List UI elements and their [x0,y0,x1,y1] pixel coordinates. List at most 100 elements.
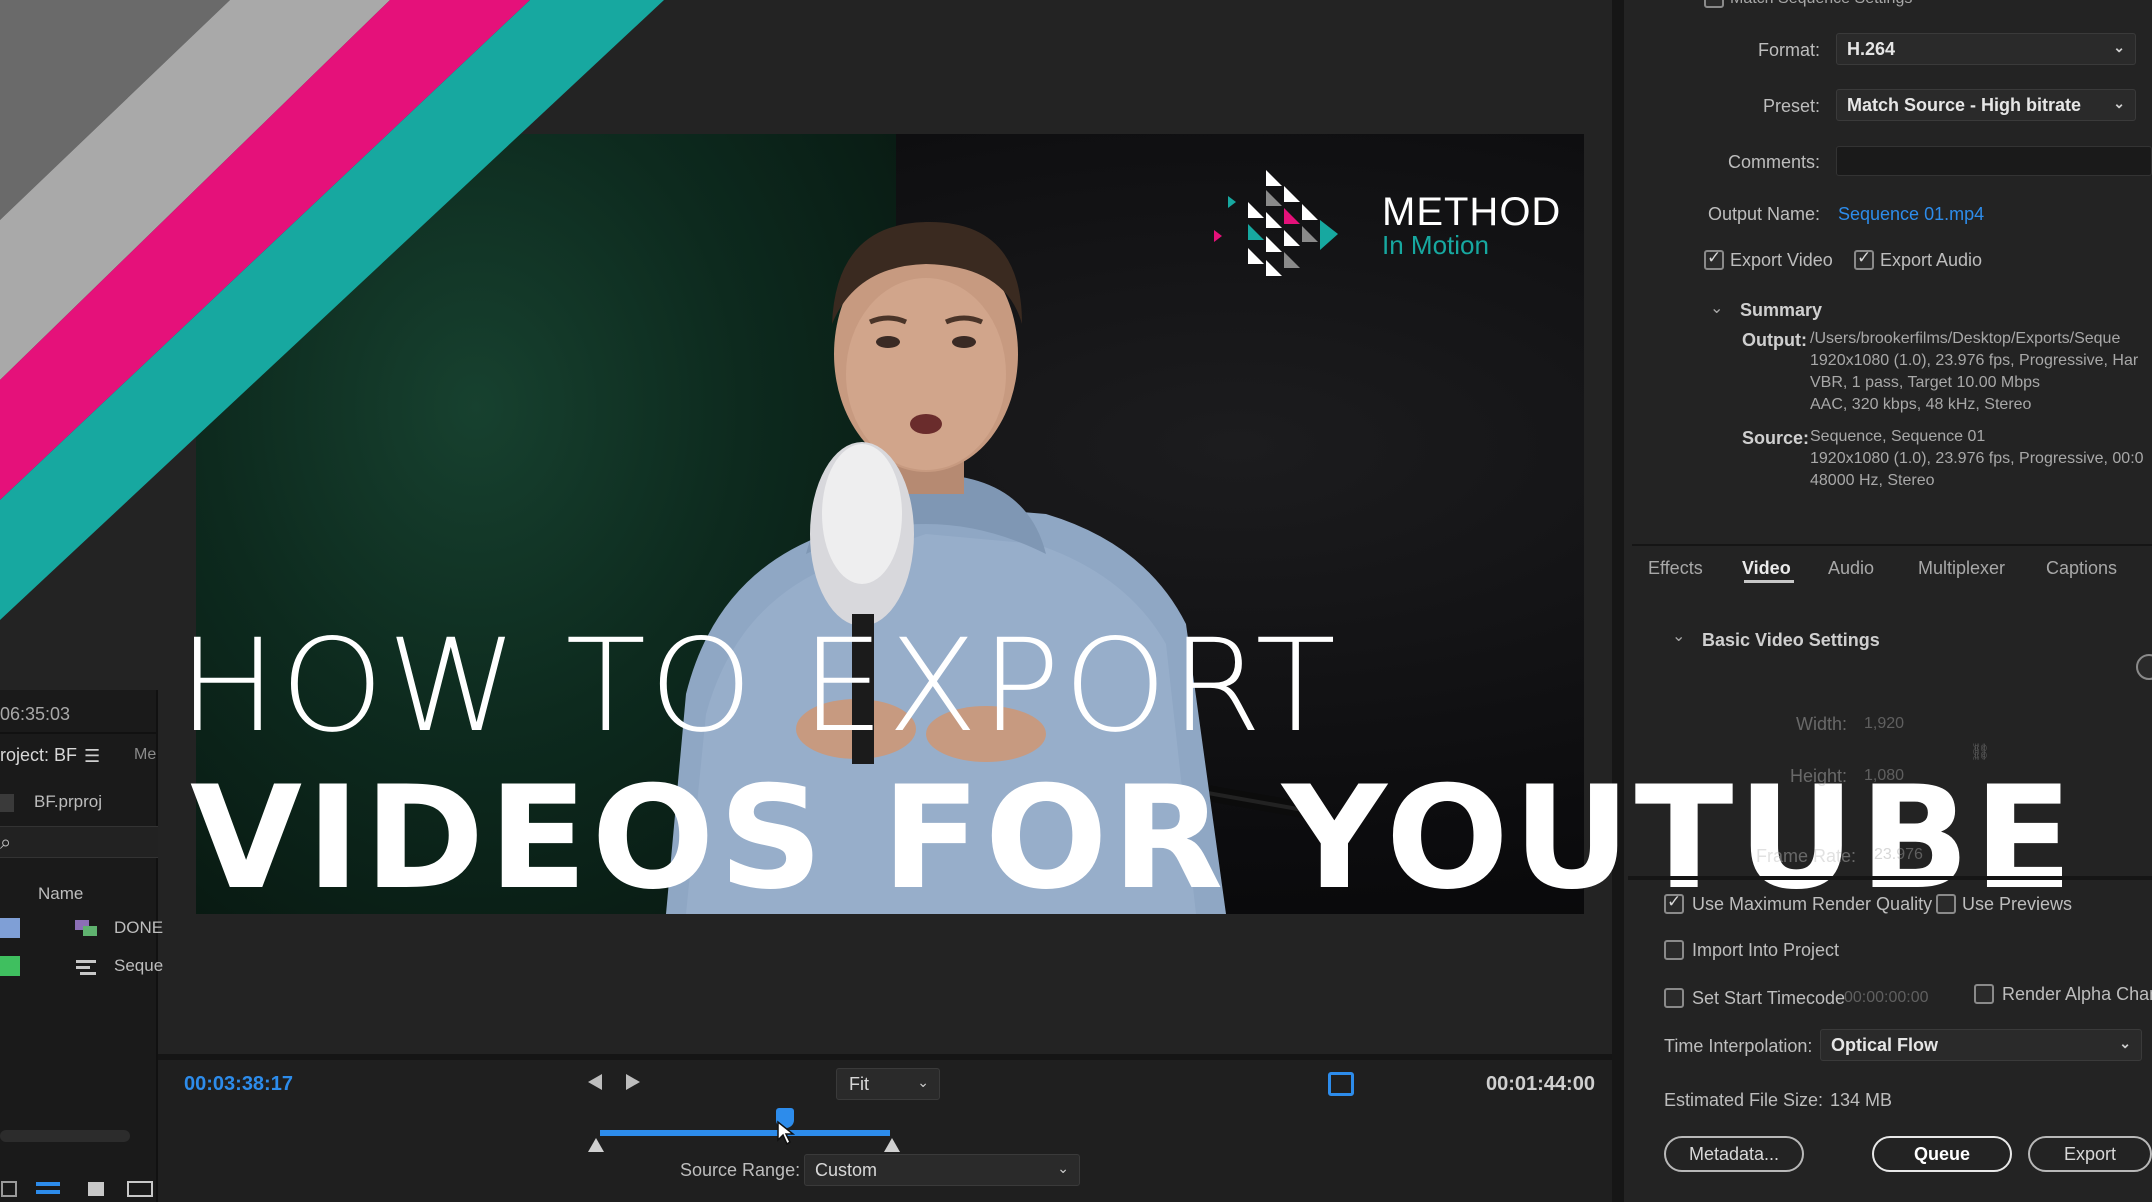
summary-output-line: VBR, 1 pass, Target 10.00 Mbps [1810,374,2041,391]
chevron-down-icon: ⌄ [2113,39,2125,55]
comments-label: Comments: [1727,152,1820,172]
chevron-down-icon: ⌄ [1057,1160,1069,1176]
mouse-cursor-icon [777,1120,796,1146]
format-select[interactable]: H.264 ⌄ [1836,33,2136,65]
frame-rate-value: 23.976 [1874,846,1923,863]
project-item-label: DONE [114,918,164,937]
tab-multiplexer[interactable]: Multiplexer [1918,558,2005,579]
export-button[interactable]: Export [2028,1136,2152,1172]
tab-effects[interactable]: Effects [1648,558,1703,579]
estimated-size-label: Estimated File Size: [1664,1090,1824,1110]
divider [0,732,158,734]
chevron-down-icon: ⌄ [2113,95,2125,111]
render-alpha-checkbox[interactable] [1974,984,1994,1004]
project-item-label: Seque [114,956,164,975]
search-icon: ⌕ [0,830,12,854]
project-timecode: 06:35:03 [0,704,71,724]
set-out-point-icon[interactable] [626,1074,640,1090]
use-previews-label: Use Previews [1962,894,2073,914]
panel-divider [1612,0,1620,1202]
aspect-ratio-icon[interactable] [1328,1072,1354,1096]
time-interpolation-label: Time Interpolation: [1664,1036,1813,1056]
height-value: 1,080 [1864,767,1905,784]
zoom-fit-select[interactable]: Fit ⌄ [836,1068,940,1100]
export-audio-label: Export Audio [1880,250,1983,270]
headline-line-1: HOW TO EXPORT [178,612,1340,761]
estimated-size-value: 134 MB [1830,1090,1893,1110]
source-range-track[interactable] [600,1130,890,1136]
summary-source-line: 48000 Hz, Stereo [1810,472,1935,489]
zoom-fit-value: Fit [849,1074,869,1094]
width-value: 1,920 [1864,715,1905,732]
tab-audio[interactable]: Audio [1828,558,1874,579]
media-browser-tab[interactable]: Me [134,746,156,764]
match-sequence-checkbox[interactable] [1704,0,1724,8]
set-start-timecode-label: Set Start Timecode [1692,988,1846,1008]
format-label: Format: [1757,40,1820,60]
preset-value: Match Source - High bitrate [1847,95,2082,115]
queue-button[interactable]: Queue [1872,1136,2012,1172]
summary-output-line: 1920x1080 (1.0), 23.976 fps, Progressive… [1810,352,2139,369]
source-range-select[interactable]: Custom ⌄ [804,1154,1080,1186]
source-range-value: Custom [815,1160,878,1180]
output-name-link[interactable]: Sequence 01.mp4 [1838,204,1984,225]
project-item-row[interactable]: Seque [0,948,163,982]
import-into-project-checkbox[interactable] [1664,940,1684,960]
import-into-project-label: Import Into Project [1692,940,1840,960]
sequence-icon [76,960,96,975]
project-view-toolbar [1,1181,153,1197]
metadata-button[interactable]: Metadata... [1664,1136,1804,1172]
set-in-point-icon[interactable] [588,1074,602,1090]
summary-output-line: AAC, 320 kbps, 48 kHz, Stereo [1810,396,2032,413]
basic-video-settings-header[interactable]: Basic Video Settings [1702,630,1880,651]
summary-source-line: Sequence, Sequence 01 [1810,428,1986,445]
export-audio-checkbox[interactable] [1854,248,1874,270]
tab-captions[interactable]: Captions [2046,558,2117,579]
project-file-name: BF.prproj [34,792,103,811]
active-tab-indicator [1744,580,1794,583]
time-interpolation-select[interactable]: Optical Flow ⌄ [1820,1029,2142,1061]
source-range-label: Source Range: [680,1160,801,1180]
duration-timecode: 00:01:44:00 [1486,1073,1595,1095]
comments-input[interactable] [1836,146,2152,176]
project-panel [0,690,158,1202]
output-name-label: Output Name: [1707,204,1820,224]
tab-video[interactable]: Video [1742,558,1791,579]
project-tab[interactable]: roject: BF [0,745,77,766]
chevron-down-icon[interactable]: ⌄ [1672,626,1685,646]
preset-select[interactable]: Match Source - High bitrate ⌄ [1836,89,2136,121]
section-divider [1628,876,2152,880]
max-render-quality-label: Use Maximum Render Quality [1692,894,1933,914]
render-alpha-label: Render Alpha Chann [2002,984,2152,1004]
panel-menu-icon[interactable]: ☰ [84,746,100,767]
summary-header[interactable]: Summary [1740,300,1822,321]
frame-rate-label: Frame Rate: [1756,846,1857,866]
set-start-timecode-checkbox[interactable] [1664,988,1684,1008]
name-column-header[interactable]: Name [38,884,83,904]
project-file-icon [0,794,14,812]
start-timecode-value[interactable]: 00:00:00:00 [1844,989,1929,1007]
current-timecode[interactable]: 00:03:38:17 [184,1073,293,1096]
link-dimensions-icon[interactable]: ⛓ [1970,742,1990,762]
horizontal-scrollbar[interactable] [0,1130,130,1142]
summary-source-line: 1920x1080 (1.0), 23.976 fps, Progressive… [1810,450,2144,467]
logo-name: METHOD [1382,190,1562,234]
project-search-input[interactable] [0,826,158,858]
range-out-handle[interactable] [884,1138,900,1152]
chevron-down-icon: ⌄ [2119,1035,2131,1051]
multicam-sequence-icon [75,920,97,936]
use-previews-checkbox[interactable] [1936,894,1956,914]
logo-tagline: In Motion [1382,230,1489,260]
export-video-checkbox[interactable] [1704,248,1724,270]
settings-tabs: Effects Video Audio Multiplexer Captions [1632,544,2152,588]
summary-output-label: Output: [1742,330,1807,350]
export-settings-panel [1620,0,2152,1202]
max-render-quality-checkbox[interactable] [1664,892,1684,914]
chevron-down-icon[interactable]: ⌄ [1710,298,1723,318]
match-sequence-label: Match Sequence Settings [1730,0,1912,8]
summary-output-line: /Users/brookerfilms/Desktop/Exports/Sequ… [1810,330,2121,347]
chevron-down-icon: ⌄ [917,1074,929,1090]
project-item-row[interactable]: DONE [0,910,163,944]
time-interpolation-value: Optical Flow [1831,1035,1939,1055]
range-in-handle[interactable] [588,1138,604,1152]
